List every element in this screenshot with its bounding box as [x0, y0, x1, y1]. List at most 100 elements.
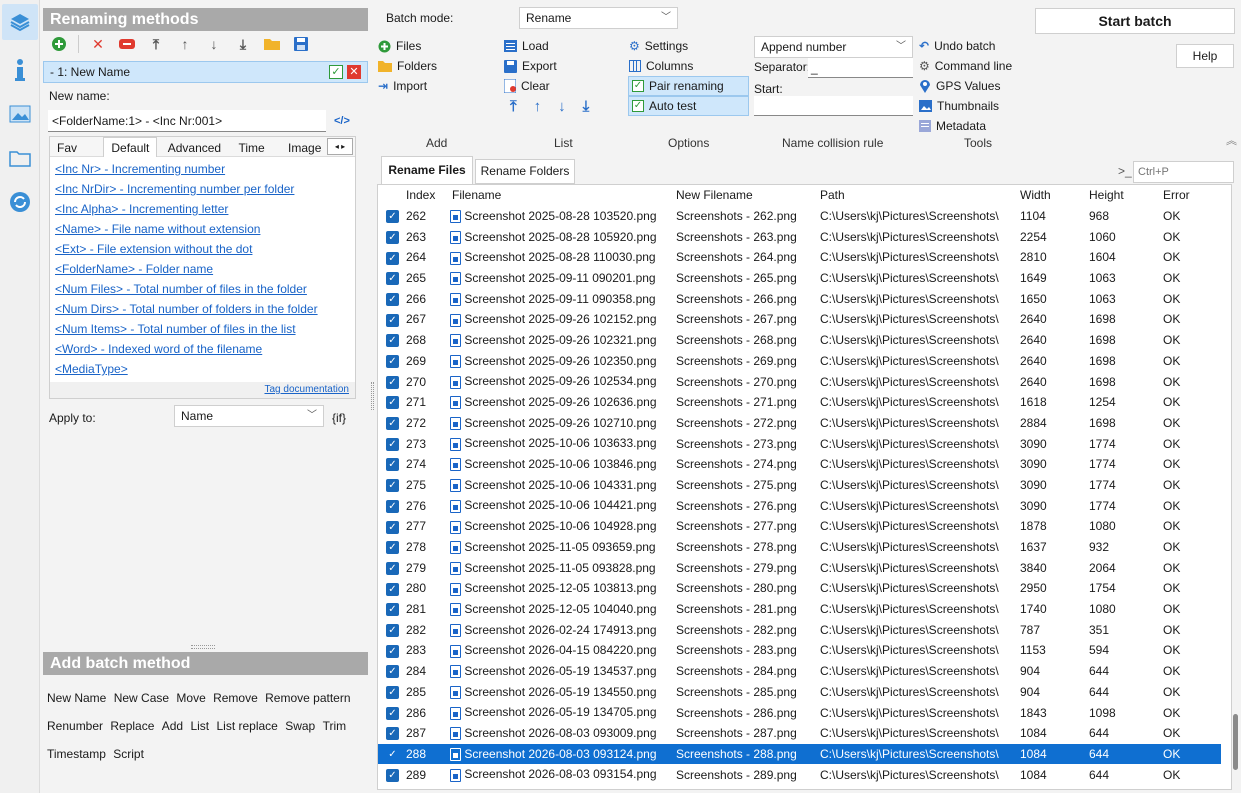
tag-word[interactable]: <Word> - Indexed word of the filename: [50, 339, 355, 359]
code-icon[interactable]: </>: [334, 115, 350, 127]
row-checkbox[interactable]: ✓: [386, 230, 399, 244]
row-checkbox[interactable]: ✓: [386, 210, 399, 224]
image-icon[interactable]: [6, 100, 34, 128]
tab-scroll-arrows[interactable]: ◂ ▸: [327, 138, 353, 155]
list-move-top-icon[interactable]: ⤒: [510, 98, 517, 115]
row-checkbox[interactable]: ✓: [386, 706, 399, 720]
table-row[interactable]: ✓ 289 Screenshot 2026-08-03 093154.png Scr…: [378, 764, 1221, 785]
row-checkbox[interactable]: ✓: [386, 748, 399, 761]
table-row[interactable]: ✓ 271 Screenshot 2025-09-26 102636.png Scr…: [378, 392, 1221, 413]
collapse-ribbon-icon[interactable]: ︽: [1226, 132, 1237, 148]
help-button[interactable]: Help: [1176, 44, 1234, 68]
table-row[interactable]: ✓ 287 Screenshot 2026-08-03 093009.png Scr…: [378, 723, 1221, 744]
metadata-button[interactable]: Metadata: [919, 116, 986, 136]
command-line-button[interactable]: ⚙ Command line: [919, 56, 1012, 76]
row-checkbox[interactable]: ✓: [386, 603, 399, 617]
row-checkbox[interactable]: ✓: [386, 499, 399, 513]
batch-timestamp[interactable]: Timestamp: [47, 740, 106, 768]
tag-inc-nr[interactable]: <Inc Nr> - Incrementing number: [50, 159, 355, 179]
row-checkbox[interactable]: ✓: [386, 644, 399, 658]
col-error[interactable]: Error: [1161, 185, 1221, 206]
search-input[interactable]: [1133, 161, 1234, 183]
table-row[interactable]: ✓ 270 Screenshot 2025-09-26 102534.png Scr…: [378, 371, 1221, 392]
tag-num-items[interactable]: <Num Items> - Total number of files in t…: [50, 319, 355, 339]
add-folders-button[interactable]: Folders: [378, 56, 437, 76]
thumbnails-button[interactable]: Thumbnails: [919, 96, 999, 116]
columns-button[interactable]: Columns: [629, 56, 693, 76]
tab-rename-folders[interactable]: Rename Folders: [475, 159, 575, 184]
panel-splitter[interactable]: [371, 382, 374, 410]
batch-add[interactable]: Add: [162, 712, 183, 740]
separator-input[interactable]: _: [808, 58, 913, 78]
import-button[interactable]: ⇥ Import: [378, 76, 427, 96]
col-height[interactable]: Height: [1086, 185, 1161, 206]
batch-remove[interactable]: Remove: [213, 684, 258, 712]
sync-icon[interactable]: [6, 188, 34, 216]
row-checkbox[interactable]: ✓: [386, 768, 399, 782]
batch-replace[interactable]: Replace: [110, 712, 154, 740]
table-row[interactable]: ✓ 283 Screenshot 2026-04-15 084220.png Scr…: [378, 640, 1221, 661]
row-checkbox[interactable]: ✓: [386, 313, 399, 327]
table-row[interactable]: ✓ 281 Screenshot 2025-12-05 104040.png Scr…: [378, 599, 1221, 620]
move-down-icon[interactable]: ↓: [204, 34, 224, 54]
grid-scrollbar-thumb[interactable]: [1233, 714, 1238, 770]
col-filename[interactable]: Filename: [450, 185, 674, 206]
row-checkbox[interactable]: ✓: [386, 520, 399, 534]
if-button[interactable]: {if}: [332, 411, 346, 425]
tab-image[interactable]: Image: [281, 138, 328, 158]
collision-select[interactable]: Append number ﹀: [754, 36, 913, 58]
tag-mediatype[interactable]: <MediaType>: [50, 359, 355, 379]
save-icon[interactable]: [291, 34, 311, 54]
row-checkbox[interactable]: ✓: [386, 665, 399, 679]
add-method-icon[interactable]: [49, 34, 69, 54]
tag-documentation-link[interactable]: Tag documentation: [264, 384, 349, 395]
table-row[interactable]: ✓ 280 Screenshot 2025-12-05 103813.png Scr…: [378, 578, 1221, 599]
info-icon[interactable]: [6, 56, 34, 84]
tab-default[interactable]: Default: [103, 137, 158, 157]
enable-checkbox[interactable]: ✓: [329, 65, 343, 79]
batch-remove-pattern[interactable]: Remove pattern: [265, 684, 350, 712]
remove-method-icon[interactable]: ✕: [347, 65, 361, 79]
row-checkbox[interactable]: ✓: [386, 541, 399, 555]
col-new-filename[interactable]: New Filename: [674, 185, 817, 206]
list-move-up-icon[interactable]: ↑: [534, 98, 542, 115]
table-row[interactable]: ✓ 265 Screenshot 2025-09-11 090201.png Scr…: [378, 268, 1221, 289]
tab-rename-files[interactable]: Rename Files: [381, 156, 473, 184]
tag-num-dirs[interactable]: <Num Dirs> - Total number of folders in …: [50, 299, 355, 319]
table-row[interactable]: ✓ 284 Screenshot 2026-05-19 134537.png Scr…: [378, 661, 1221, 682]
row-checkbox[interactable]: ✓: [386, 623, 399, 637]
batch-swap[interactable]: Swap: [285, 712, 315, 740]
row-checkbox[interactable]: ✓: [386, 561, 399, 575]
folder-icon[interactable]: [6, 144, 34, 172]
table-row[interactable]: ✓ 275 Screenshot 2025-10-06 104331.png Scr…: [378, 475, 1221, 496]
tag-inc-alpha[interactable]: <Inc Alpha> - Incrementing letter: [50, 199, 355, 219]
row-checkbox[interactable]: ✓: [386, 582, 399, 596]
table-row[interactable]: ✓ 282 Screenshot 2026-02-24 174913.png Scr…: [378, 619, 1221, 640]
row-checkbox[interactable]: ✓: [386, 292, 399, 306]
export-button[interactable]: Export: [504, 56, 557, 76]
splitter-handle[interactable]: [191, 645, 215, 649]
table-row[interactable]: ✓ 264 Screenshot 2025-08-28 110030.png Scr…: [378, 247, 1221, 268]
table-row[interactable]: ✓ 273 Screenshot 2025-10-06 103633.png Scr…: [378, 433, 1221, 454]
table-row[interactable]: ✓ 278 Screenshot 2025-11-05 093659.png Scr…: [378, 537, 1221, 558]
batch-list[interactable]: List: [190, 712, 209, 740]
table-row[interactable]: ✓ 268 Screenshot 2025-09-26 102321.png Scr…: [378, 330, 1221, 351]
move-bottom-icon[interactable]: ⤓: [233, 34, 253, 54]
row-checkbox[interactable]: ✓: [386, 334, 399, 348]
row-checkbox[interactable]: ✓: [386, 437, 399, 451]
apply-to-select[interactable]: Name ﹀: [174, 405, 324, 427]
tab-advanced[interactable]: Advanced: [161, 138, 228, 158]
table-row[interactable]: ✓ 285 Screenshot 2026-05-19 134550.png Scr…: [378, 682, 1221, 703]
move-top-icon[interactable]: ⤒: [146, 34, 166, 54]
row-checkbox[interactable]: ✓: [386, 355, 399, 368]
table-row[interactable]: ✓ 276 Screenshot 2025-10-06 104421.png Scr…: [378, 495, 1221, 516]
table-row[interactable]: ✓ 277 Screenshot 2025-10-06 104928.png Scr…: [378, 516, 1221, 537]
undo-batch-button[interactable]: ↶ Undo batch: [919, 36, 995, 56]
row-checkbox[interactable]: ✓: [386, 479, 399, 493]
disable-method-icon[interactable]: [117, 34, 137, 54]
table-row[interactable]: ✓ 279 Screenshot 2025-11-05 093828.png Scr…: [378, 557, 1221, 578]
row-checkbox[interactable]: ✓: [386, 727, 399, 741]
list-move-bottom-icon[interactable]: ⤓: [583, 98, 590, 115]
settings-button[interactable]: ⚙ Settings: [629, 36, 688, 56]
load-button[interactable]: Load: [504, 36, 549, 56]
